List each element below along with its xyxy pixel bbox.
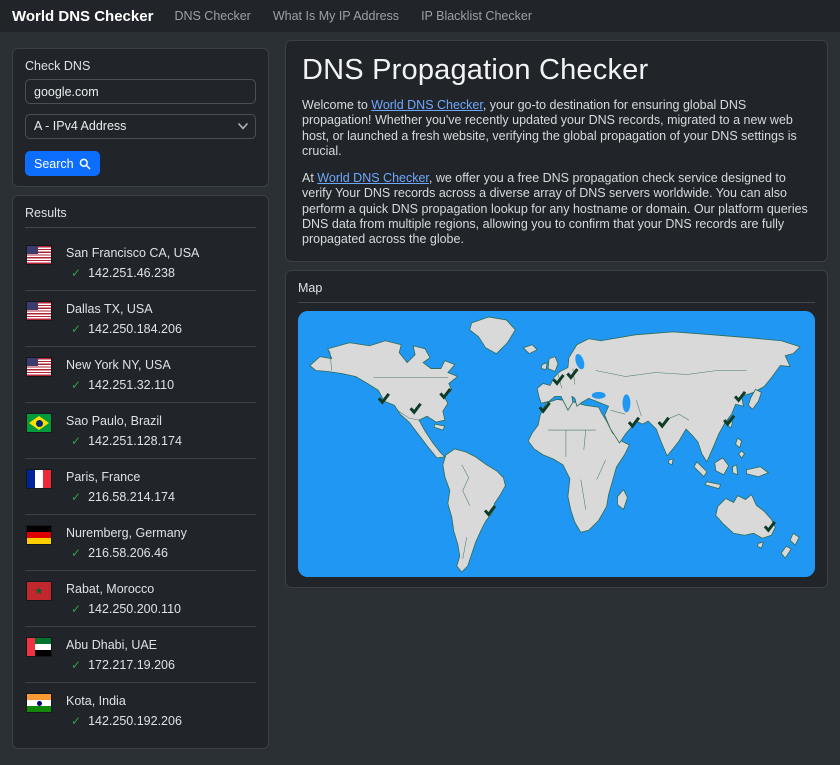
result-location: Sao Paulo, Brazil bbox=[66, 414, 162, 428]
search-button-label: Search bbox=[34, 156, 74, 171]
result-ip-line: ✓ 216.58.206.46 bbox=[66, 546, 187, 560]
result-row: Kota, India ✓ 142.250.192.206 bbox=[25, 683, 256, 738]
country-flag-icon bbox=[27, 638, 51, 656]
result-location: Abu Dhabi, UAE bbox=[66, 638, 158, 652]
paragraph-text: Welcome to bbox=[302, 98, 372, 112]
result-text: New York NY, USA ✓ 142.251.32.110 bbox=[66, 356, 174, 392]
result-ip: 172.217.19.206 bbox=[88, 658, 175, 672]
result-text: Sao Paulo, Brazil ✓ 142.251.128.174 bbox=[66, 412, 182, 448]
brand-link[interactable]: World DNS Checker bbox=[12, 8, 153, 25]
check-dns-card: Check DNS A - IPv4 Address Search bbox=[12, 48, 269, 187]
check-icon: ✓ bbox=[71, 378, 82, 392]
result-row: Abu Dhabi, UAE ✓ 172.217.19.206 bbox=[25, 627, 256, 683]
result-ip-line: ✓ 216.58.214.174 bbox=[66, 490, 175, 504]
map-divider bbox=[298, 302, 815, 304]
result-ip: 142.250.184.206 bbox=[88, 322, 182, 336]
right-column: DNS Propagation Checker Welcome to World… bbox=[285, 40, 828, 596]
check-icon: ✓ bbox=[71, 266, 82, 280]
result-ip: 142.251.32.110 bbox=[88, 378, 175, 392]
result-ip: 142.251.46.238 bbox=[88, 266, 175, 280]
check-icon: ✓ bbox=[71, 546, 82, 560]
result-ip: 142.250.200.110 bbox=[88, 602, 181, 616]
country-flag-icon bbox=[27, 414, 51, 432]
country-flag-icon bbox=[27, 526, 51, 544]
top-navbar: World DNS Checker DNS Checker What Is My… bbox=[0, 0, 840, 32]
result-location: San Francisco CA, USA bbox=[66, 246, 200, 260]
result-row: Dallas TX, USA ✓ 142.250.184.206 bbox=[25, 291, 256, 347]
nav-link[interactable]: What Is My IP Address bbox=[262, 9, 410, 23]
result-row: New York NY, USA ✓ 142.251.32.110 bbox=[25, 347, 256, 403]
result-ip-line: ✓ 142.250.184.206 bbox=[66, 322, 182, 336]
intro-paragraph-2: At World DNS Checker, we offer you a fre… bbox=[302, 171, 811, 247]
check-icon: ✓ bbox=[71, 322, 82, 336]
check-dns-label: Check DNS bbox=[25, 59, 91, 73]
search-icon bbox=[79, 158, 90, 169]
result-ip: 142.250.192.206 bbox=[88, 714, 182, 728]
record-type-select[interactable]: A - IPv4 Address bbox=[25, 114, 256, 139]
map-card: Map bbox=[285, 270, 828, 589]
results-divider bbox=[25, 227, 256, 228]
result-row: San Francisco CA, USA ✓ 142.251.46.238 bbox=[25, 235, 256, 291]
result-text: Abu Dhabi, UAE ✓ 172.217.19.206 bbox=[66, 636, 175, 672]
paragraph-text: At bbox=[302, 171, 318, 185]
world-dns-checker-link[interactable]: World DNS Checker bbox=[317, 171, 429, 185]
page-title: DNS Propagation Checker bbox=[302, 54, 649, 86]
world-map-container bbox=[298, 311, 815, 578]
result-row: Paris, France ✓ 216.58.214.174 bbox=[25, 459, 256, 515]
country-flag-icon bbox=[27, 246, 51, 264]
result-text: San Francisco CA, USA ✓ 142.251.46.238 bbox=[66, 244, 199, 280]
result-location: Rabat, Morocco bbox=[66, 582, 155, 596]
result-text: Nuremberg, Germany ✓ 216.58.206.46 bbox=[66, 524, 187, 560]
country-flag-icon bbox=[27, 470, 51, 488]
result-location: Nuremberg, Germany bbox=[66, 526, 187, 540]
map-title: Map bbox=[298, 281, 323, 296]
check-icon: ✓ bbox=[71, 602, 82, 616]
result-row: Rabat, Morocco ✓ 142.250.200.110 bbox=[25, 571, 256, 627]
result-location: New York NY, USA bbox=[66, 358, 171, 372]
check-icon: ✓ bbox=[71, 658, 82, 672]
record-type-select-wrap: A - IPv4 Address bbox=[25, 114, 256, 139]
result-ip: 142.251.128.174 bbox=[88, 434, 182, 448]
page-body: Check DNS A - IPv4 Address Search Result… bbox=[0, 32, 840, 765]
result-text: Kota, India ✓ 142.250.192.206 bbox=[66, 692, 182, 728]
result-ip-line: ✓ 142.250.192.206 bbox=[66, 714, 182, 728]
country-flag-icon bbox=[27, 582, 51, 600]
result-row: Sao Paulo, Brazil ✓ 142.251.128.174 bbox=[25, 403, 256, 459]
country-flag-icon bbox=[27, 694, 51, 712]
result-row: Nuremberg, Germany ✓ 216.58.206.46 bbox=[25, 515, 256, 571]
result-location: Dallas TX, USA bbox=[66, 302, 153, 316]
results-title: Results bbox=[25, 206, 67, 220]
country-flag-icon bbox=[27, 358, 51, 376]
result-ip-line: ✓ 142.250.200.110 bbox=[66, 602, 181, 616]
result-location: Paris, France bbox=[66, 470, 141, 484]
nav-link[interactable]: IP Blacklist Checker bbox=[410, 9, 543, 23]
left-column: Check DNS A - IPv4 Address Search Result… bbox=[12, 48, 269, 757]
result-ip-line: ✓ 142.251.32.110 bbox=[66, 378, 174, 392]
results-card: Results San Francisco CA, USA ✓ 142.251.… bbox=[12, 195, 269, 749]
check-icon: ✓ bbox=[71, 434, 82, 448]
result-text: Paris, France ✓ 216.58.214.174 bbox=[66, 468, 175, 504]
country-flag-icon bbox=[27, 302, 51, 320]
check-icon: ✓ bbox=[71, 490, 82, 504]
intro-paragraph-1: Welcome to World DNS Checker, your go-to… bbox=[302, 98, 811, 159]
result-text: Rabat, Morocco ✓ 142.250.200.110 bbox=[66, 580, 181, 616]
world-dns-checker-link[interactable]: World DNS Checker bbox=[371, 98, 483, 112]
intro-card: DNS Propagation Checker Welcome to World… bbox=[285, 40, 828, 263]
result-ip-line: ✓ 142.251.128.174 bbox=[66, 434, 182, 448]
result-text: Dallas TX, USA ✓ 142.250.184.206 bbox=[66, 300, 182, 336]
nav-link[interactable]: DNS Checker bbox=[163, 9, 261, 23]
result-ip-line: ✓ 142.251.46.238 bbox=[66, 266, 199, 280]
result-ip: 216.58.206.46 bbox=[88, 546, 169, 560]
world-map bbox=[298, 311, 815, 578]
check-icon: ✓ bbox=[71, 714, 82, 728]
search-button[interactable]: Search bbox=[25, 151, 100, 176]
result-ip: 216.58.214.174 bbox=[88, 490, 175, 504]
domain-input[interactable] bbox=[25, 79, 256, 104]
result-ip-line: ✓ 172.217.19.206 bbox=[66, 658, 175, 672]
